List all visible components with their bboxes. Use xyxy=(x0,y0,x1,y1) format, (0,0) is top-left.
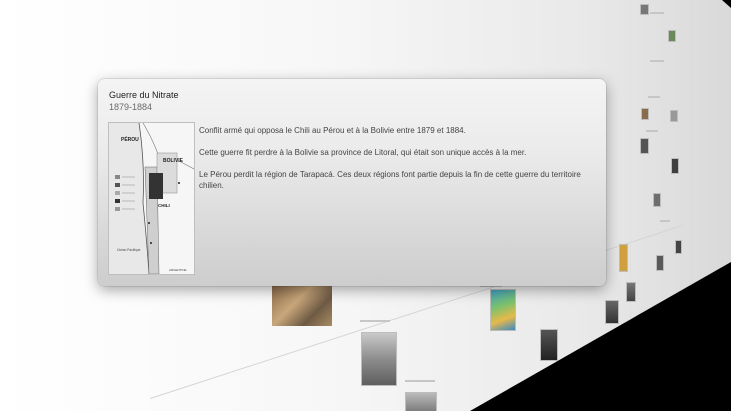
popover-title: Guerre du Nitrate xyxy=(109,90,179,100)
timeline-axis-right xyxy=(630,0,631,330)
map-label-chile: CHILI xyxy=(158,203,170,208)
map-label-argentina: ARGENTINE xyxy=(169,268,187,272)
popover-paragraph: Conflit armé qui opposa le Chili au Péro… xyxy=(199,126,466,135)
historical-map-icon[interactable]: PÉROU BOLIVIE CHILI Océan Pacifique ARGE… xyxy=(108,122,195,275)
timeline-event-caption xyxy=(648,96,660,98)
timeline-event-thumbnail[interactable] xyxy=(670,110,678,122)
timeline-axis-right-2 xyxy=(690,0,691,300)
timeline-event-caption xyxy=(360,320,390,322)
map-label-bolivia: BOLIVIE xyxy=(163,158,184,164)
timeline-event-caption xyxy=(660,220,670,222)
timeline-event-thumbnail[interactable] xyxy=(675,240,682,254)
timeline-event-caption xyxy=(650,60,664,62)
timeline-event-thumbnail[interactable] xyxy=(405,392,437,411)
timeline-event-thumbnail[interactable] xyxy=(656,255,664,271)
timeline-event-thumbnail[interactable] xyxy=(540,329,558,361)
timeline-event-thumbnail[interactable] xyxy=(671,158,679,174)
timeline-event-caption xyxy=(646,130,658,132)
timeline-event-thumbnail[interactable] xyxy=(619,244,628,272)
map-label-ocean: Océan Pacifique xyxy=(117,248,141,252)
timeline-event-thumbnail[interactable] xyxy=(361,332,397,386)
timeline-event-thumbnail[interactable] xyxy=(490,289,516,331)
popover-paragraph: Le Pérou perdit la région de Tarapacá. C… xyxy=(199,170,581,190)
timeline-event-thumbnail[interactable] xyxy=(272,286,332,326)
popover-paragraph: Cette guerre fit perdre à la Bolivie sa … xyxy=(199,148,527,157)
popover-dates: 1879-1884 xyxy=(109,102,153,112)
timeline-event-thumbnail[interactable] xyxy=(626,282,636,302)
map-label-peru: PÉROU xyxy=(121,135,139,143)
map-svg: PÉROU BOLIVIE CHILI Océan Pacifique ARGE… xyxy=(109,123,194,274)
timeline-event-thumbnail[interactable] xyxy=(640,138,649,154)
timeline-event-thumbnail[interactable] xyxy=(640,4,649,15)
event-popover: Guerre du Nitrate 1879-1884 PÉROU BOLIVI… xyxy=(98,79,606,286)
timeline-event-thumbnail[interactable] xyxy=(653,193,661,207)
timeline-event-caption xyxy=(650,12,664,14)
popover-description: Conflit armé qui opposa le Chili au Péro… xyxy=(199,125,594,202)
timeline-event-caption xyxy=(405,380,435,382)
timeline-event-thumbnail[interactable] xyxy=(641,108,649,120)
timeline-event-thumbnail[interactable] xyxy=(668,30,676,42)
timeline-event-thumbnail[interactable] xyxy=(605,300,619,324)
